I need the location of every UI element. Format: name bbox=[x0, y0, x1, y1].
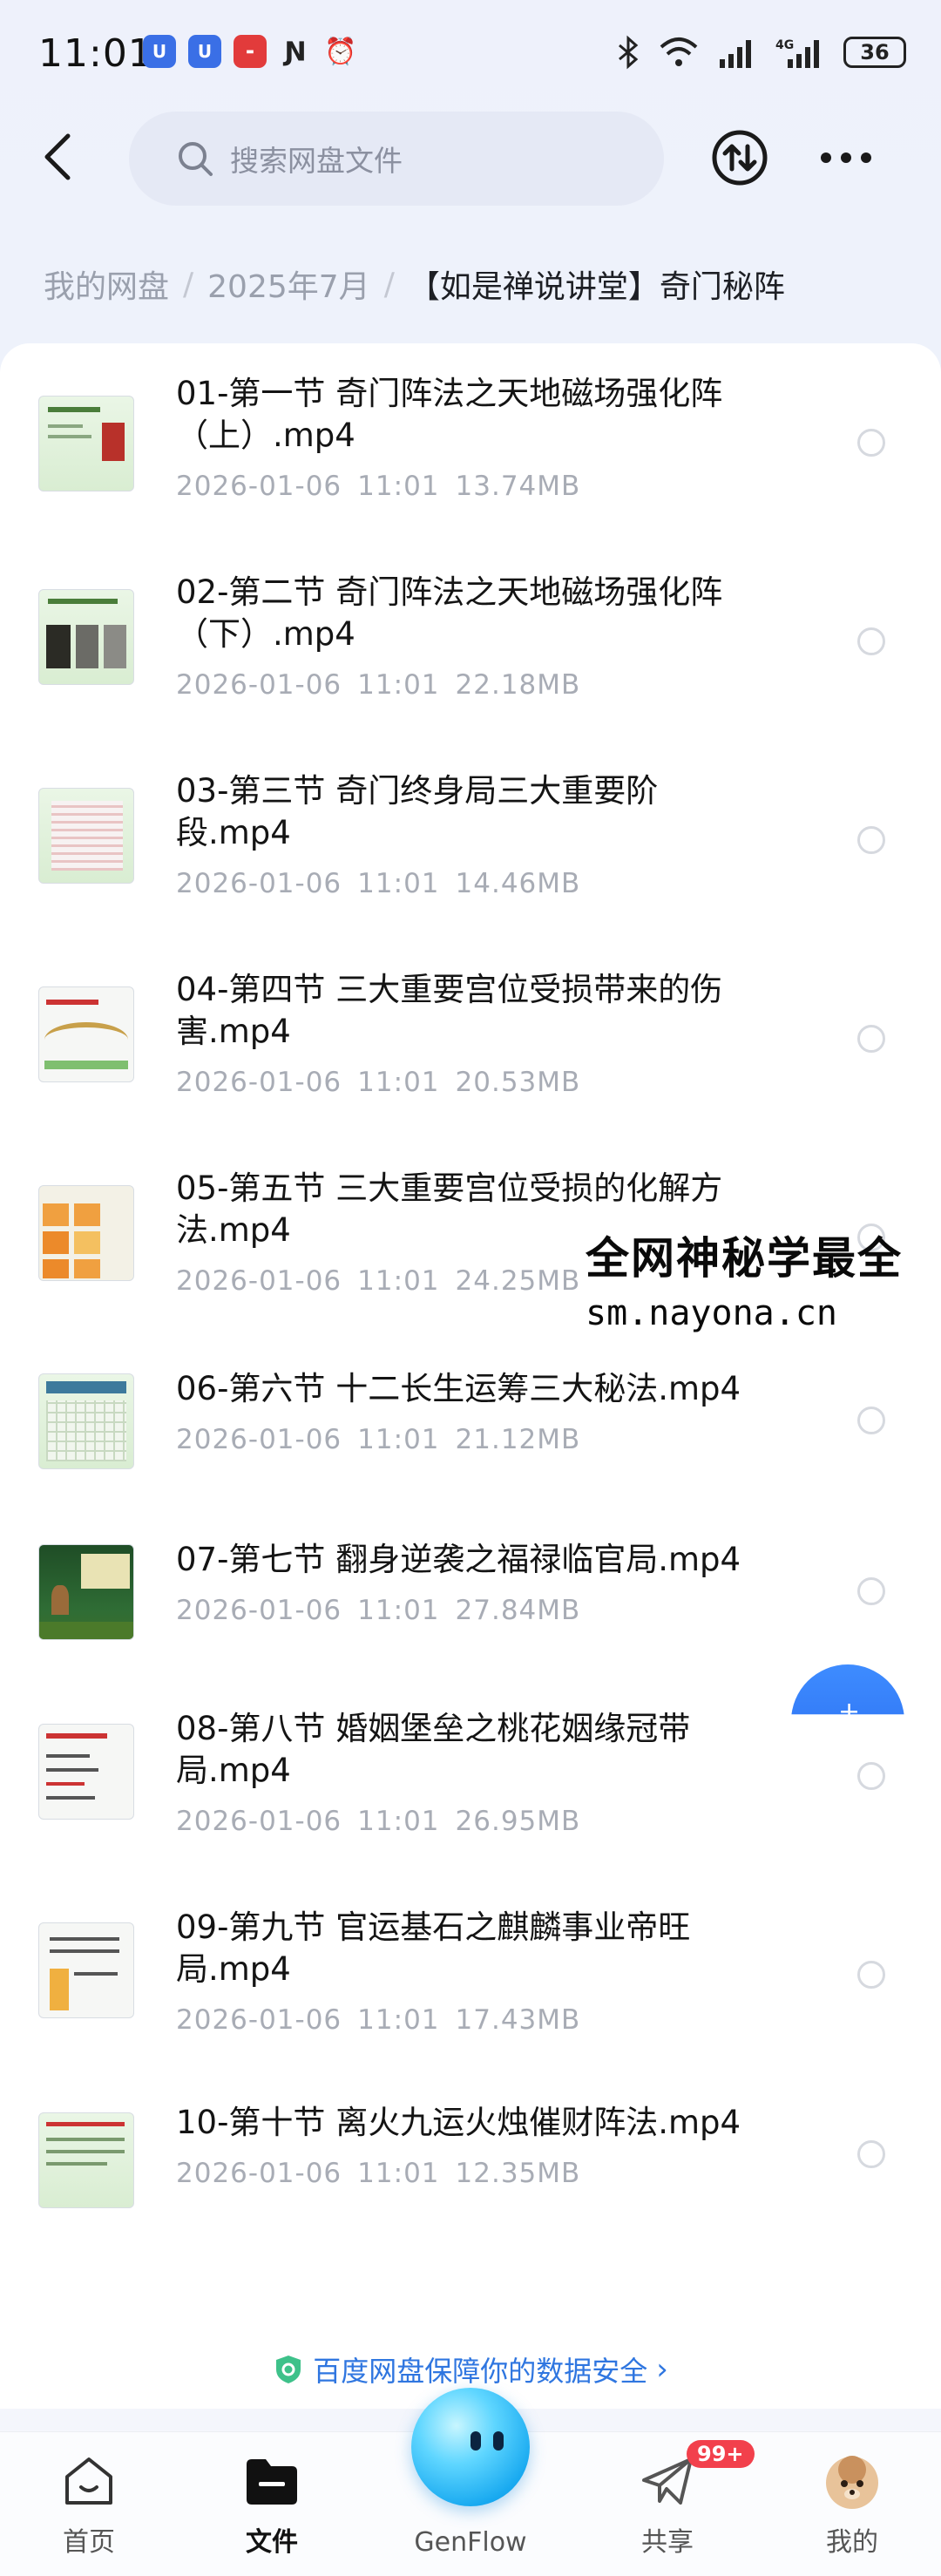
file-meta: 2026-01-06 11:01 17.43MB bbox=[176, 2004, 581, 2036]
video-thumbnail bbox=[38, 1544, 134, 1640]
chevron-right-icon: › bbox=[656, 2352, 668, 2387]
file-name: 08-第八节 婚姻堡垒之桃花姻缘冠带 局.mp4 bbox=[176, 1710, 691, 1789]
folder-icon bbox=[247, 2459, 297, 2505]
search-icon bbox=[179, 142, 213, 176]
status-system-icons: 4G 36 bbox=[617, 35, 906, 70]
breadcrumb-separator: / bbox=[183, 266, 194, 302]
select-checkbox[interactable] bbox=[857, 1407, 885, 1434]
svg-text:4G: 4G bbox=[775, 38, 794, 52]
file-meta: 2026-01-06 11:01 21.12MB bbox=[176, 1424, 581, 1455]
video-thumbnail bbox=[38, 788, 134, 884]
file-name: 04-第四节 三大重要宫位受损带来的伤 害.mp4 bbox=[176, 971, 723, 1050]
alarm-off-icon: ⏰ bbox=[324, 36, 357, 67]
video-thumbnail bbox=[38, 589, 134, 685]
file-name: 02-第二节 奇门阵法之天地磁场强化阵 （下）.mp4 bbox=[176, 573, 723, 653]
file-name: 10-第十节 离火九运火烛催财阵法.mp4 bbox=[176, 2104, 741, 2141]
back-arrow-icon[interactable] bbox=[40, 131, 75, 183]
select-checkbox[interactable] bbox=[857, 1961, 885, 1989]
video-thumbnail bbox=[38, 986, 134, 1082]
app-notification-icon: U bbox=[188, 35, 221, 68]
bluetooth-icon bbox=[619, 35, 639, 70]
breadcrumb-separator: / bbox=[383, 266, 395, 302]
tab-files[interactable]: 文件 bbox=[211, 2451, 333, 2559]
select-checkbox[interactable] bbox=[857, 429, 885, 457]
signal-icon bbox=[720, 40, 751, 68]
file-meta: 2026-01-06 11:01 20.53MB bbox=[176, 1067, 581, 1098]
status-time: 11:01 bbox=[38, 31, 153, 76]
search-input[interactable]: 搜索网盘文件 bbox=[129, 112, 664, 206]
nfc-icon: Ɲ bbox=[284, 36, 307, 67]
more-options-icon[interactable] bbox=[819, 145, 873, 171]
select-checkbox[interactable] bbox=[857, 826, 885, 854]
security-notice[interactable]: 百度网盘保障你的数据安全 › bbox=[0, 2349, 941, 2390]
file-row[interactable]: 06-第六节 十二长生运筹三大秘法.mp4 2026-01-06 11:01 21.… bbox=[0, 1337, 941, 1508]
select-checkbox[interactable] bbox=[857, 2140, 885, 2168]
tab-genflow[interactable]: GenFlow bbox=[410, 2451, 531, 2558]
file-meta: 2026-01-06 11:01 22.18MB bbox=[176, 669, 581, 701]
breadcrumb-root[interactable]: 我的网盘 bbox=[44, 261, 169, 307]
file-name: 09-第九节 官运基石之麒麟事业帝旺 局.mp4 bbox=[176, 1908, 691, 1988]
file-row[interactable]: 07-第七节 翻身逆袭之福禄临官局.mp4 2026-01-06 11:01 27.… bbox=[0, 1508, 941, 1678]
file-name: 01-第一节 奇门阵法之天地磁场强化阵 （上）.mp4 bbox=[176, 375, 723, 454]
video-thumbnail bbox=[38, 1922, 134, 2018]
watermark: 全网神秘学最全 sm.nayona.cn bbox=[586, 1233, 903, 1333]
breadcrumb-folder[interactable]: 2025年7月 bbox=[207, 261, 370, 307]
file-row[interactable]: 02-第二节 奇门阵法之天地磁场强化阵 （下）.mp4 2026-01-06 11… bbox=[0, 542, 941, 741]
file-row[interactable]: 04-第四节 三大重要宫位受损带来的伤 害.mp4 2026-01-06 11:0… bbox=[0, 939, 941, 1138]
video-thumbnail bbox=[38, 1724, 134, 1820]
select-checkbox[interactable] bbox=[857, 1577, 885, 1605]
file-meta: 2026-01-06 11:01 14.46MB bbox=[176, 868, 581, 899]
signal-4g-icon: 4G bbox=[775, 38, 819, 68]
file-meta: 2026-01-06 11:01 24.25MB bbox=[176, 1265, 581, 1297]
search-placeholder: 搜索网盘文件 bbox=[230, 144, 403, 178]
home-icon bbox=[65, 2457, 112, 2505]
transfer-list-icon[interactable] bbox=[711, 129, 768, 186]
avatar-icon bbox=[826, 2456, 878, 2509]
shield-icon bbox=[276, 2356, 301, 2383]
file-row[interactable]: 03-第三节 奇门终身局三大重要阶 段.mp4 2026-01-06 11:01 1… bbox=[0, 741, 941, 939]
status-bar: 11:01 U U ▬ Ɲ ⏰ 4G 36 bbox=[0, 0, 941, 113]
select-checkbox[interactable] bbox=[857, 627, 885, 655]
breadcrumb-current: 【如是禅说讲堂】奇门秘阵 bbox=[408, 269, 785, 305]
video-thumbnail bbox=[38, 396, 134, 491]
plus-icon: + bbox=[838, 1697, 861, 1727]
file-meta: 2026-01-06 11:01 13.74MB bbox=[176, 471, 581, 502]
file-name: 07-第七节 翻身逆袭之福禄临官局.mp4 bbox=[176, 1541, 741, 1578]
huawei-app-icon: ▬ bbox=[234, 35, 267, 68]
share-badge: 99+ bbox=[687, 2440, 755, 2468]
status-notification-icons: U U ▬ Ɲ ⏰ bbox=[143, 35, 357, 68]
battery-indicator: 36 bbox=[843, 37, 906, 68]
file-row[interactable]: 09-第九节 官运基石之麒麟事业帝旺 局.mp4 2026-01-06 11:01… bbox=[0, 1877, 941, 2076]
genflow-eye bbox=[470, 2431, 481, 2451]
file-meta: 2026-01-06 11:01 27.84MB bbox=[176, 1595, 581, 1626]
app-notification-icon: U bbox=[143, 35, 176, 68]
video-thumbnail bbox=[38, 1185, 134, 1281]
tab-home[interactable]: 首页 bbox=[28, 2451, 150, 2559]
file-name: 03-第三节 奇门终身局三大重要阶 段.mp4 bbox=[176, 772, 659, 851]
file-row[interactable]: 10-第十节 离火九运火烛催财阵法.mp4 2026-01-06 11:01 12.… bbox=[0, 2076, 941, 2247]
file-name: 06-第六节 十二长生运筹三大秘法.mp4 bbox=[176, 1370, 741, 1407]
file-meta: 2026-01-06 11:01 12.35MB bbox=[176, 2158, 581, 2189]
breadcrumb: 我的网盘 / 2025年7月 / 【如是禅说讲堂】奇门秘阵 bbox=[44, 261, 785, 307]
genflow-eye bbox=[493, 2431, 504, 2451]
file-row[interactable]: 01-第一节 奇门阵法之天地磁场强化阵 （上）.mp4 2026-01-06 11… bbox=[0, 343, 941, 542]
wifi-icon bbox=[660, 37, 698, 66]
video-thumbnail bbox=[38, 2112, 134, 2208]
file-list: 01-第一节 奇门阵法之天地磁场强化阵 （上）.mp4 2026-01-06 11… bbox=[0, 343, 941, 2409]
select-checkbox[interactable] bbox=[857, 1025, 885, 1053]
video-thumbnail bbox=[38, 1373, 134, 1469]
security-notice-text: 百度网盘保障你的数据安全 bbox=[313, 2355, 648, 2388]
select-checkbox[interactable] bbox=[857, 1762, 885, 1790]
file-meta: 2026-01-06 11:01 26.95MB bbox=[176, 1806, 581, 1837]
tab-mine[interactable]: 我的 bbox=[791, 2451, 913, 2559]
